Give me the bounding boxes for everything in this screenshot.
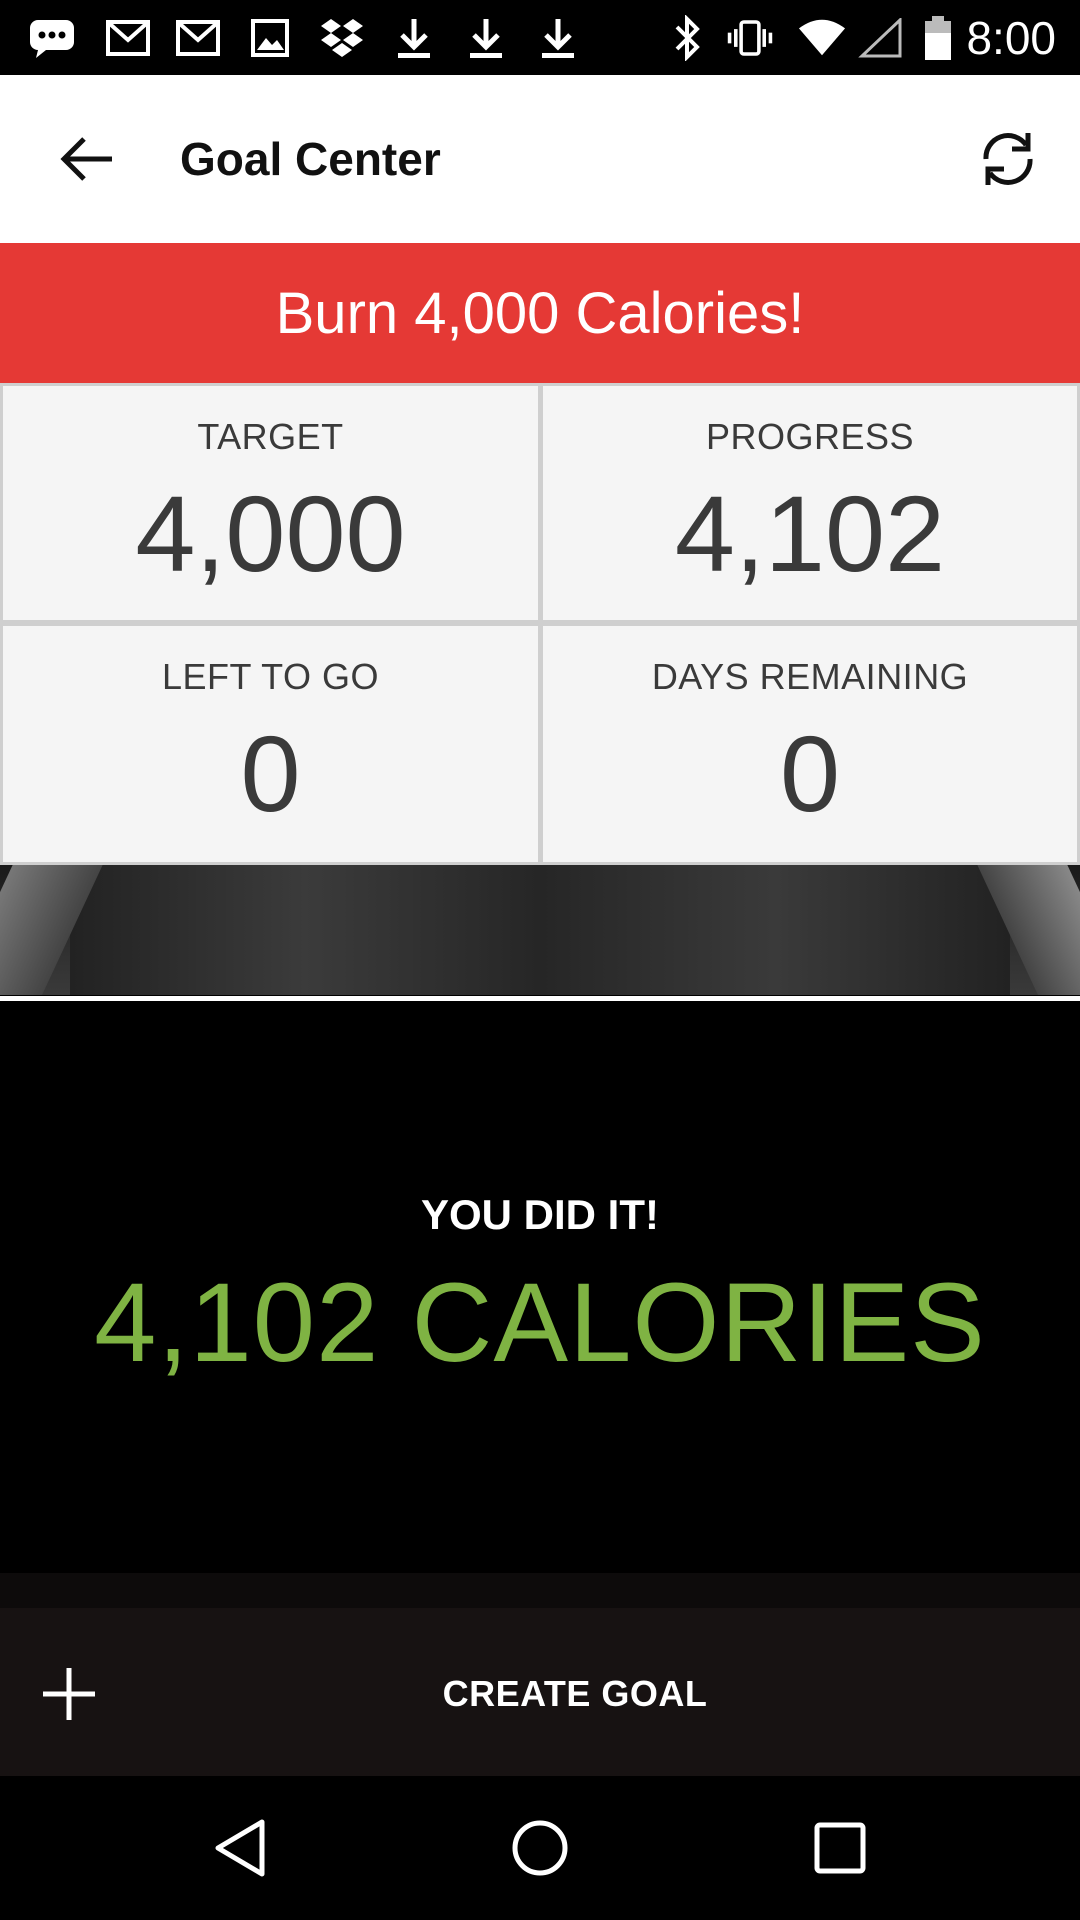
success-headline: YOU DID IT!	[421, 1191, 659, 1238]
status-time: 8:00	[966, 12, 1056, 64]
treadmill-belt	[70, 865, 1010, 995]
stat-label: TARGET	[197, 416, 344, 457]
download-icon	[534, 14, 582, 62]
image-icon	[246, 14, 294, 62]
signal-icon	[856, 14, 904, 62]
calories-achieved: 4,102 CALORIES	[94, 1260, 986, 1385]
gmail-icon	[174, 14, 222, 62]
recents-square-icon	[814, 1822, 866, 1874]
stat-value: 0	[779, 713, 841, 834]
system-nav-bar	[0, 1776, 1080, 1920]
wifi-icon	[798, 14, 846, 62]
stat-value: 4,000	[135, 473, 406, 594]
goal-title: Burn 4,000 Calories!	[275, 280, 805, 346]
refresh-button[interactable]	[972, 123, 1044, 195]
stat-tile-days-remaining: DAYS REMAINING 0	[543, 626, 1077, 862]
stat-tile-left-to-go: LEFT TO GO 0	[3, 626, 538, 862]
dropbox-icon	[318, 14, 366, 62]
stat-value: 4,102	[674, 473, 946, 594]
stats-grid: TARGET 4,000 PROGRESS 4,102 LEFT TO GO 0…	[0, 383, 1080, 865]
gmail-icon	[104, 14, 152, 62]
page-title: Goal Center	[180, 133, 441, 185]
create-goal-label: CREATE GOAL	[442, 1673, 708, 1714]
battery-icon	[914, 14, 962, 62]
app-bar: Goal Center	[0, 75, 1080, 243]
nav-back-button[interactable]	[204, 1812, 276, 1884]
refresh-icon	[983, 133, 1033, 185]
stat-tile-target: TARGET 4,000	[3, 386, 538, 620]
stat-label: LEFT TO GO	[161, 656, 380, 697]
stat-tile-progress: PROGRESS 4,102	[543, 386, 1077, 620]
home-circle-icon	[512, 1820, 568, 1876]
vibrate-icon	[726, 14, 774, 62]
stat-value: 0	[240, 713, 301, 834]
stat-label: DAYS REMAINING	[651, 656, 969, 697]
create-bar-strip	[0, 1573, 1080, 1608]
back-triangle-icon	[215, 1819, 265, 1877]
download-icon	[390, 14, 438, 62]
nav-recents-button[interactable]	[804, 1812, 876, 1884]
goal-banner: Burn 4,000 Calories!	[0, 243, 1080, 383]
back-button[interactable]	[50, 123, 122, 195]
messages-icon	[28, 14, 76, 62]
download-icon	[462, 14, 510, 62]
success-section: YOU DID IT! 4,102 CALORIES	[0, 1001, 1080, 1573]
nav-home-button[interactable]	[504, 1812, 576, 1884]
treadmill-image	[0, 865, 1080, 995]
create-goal-button[interactable]: CREATE GOAL	[0, 1573, 1080, 1776]
arrow-left-icon	[60, 137, 112, 181]
status-bar: 8:00	[0, 0, 1080, 75]
bluetooth-icon	[664, 14, 712, 62]
stat-label: PROGRESS	[705, 416, 915, 457]
